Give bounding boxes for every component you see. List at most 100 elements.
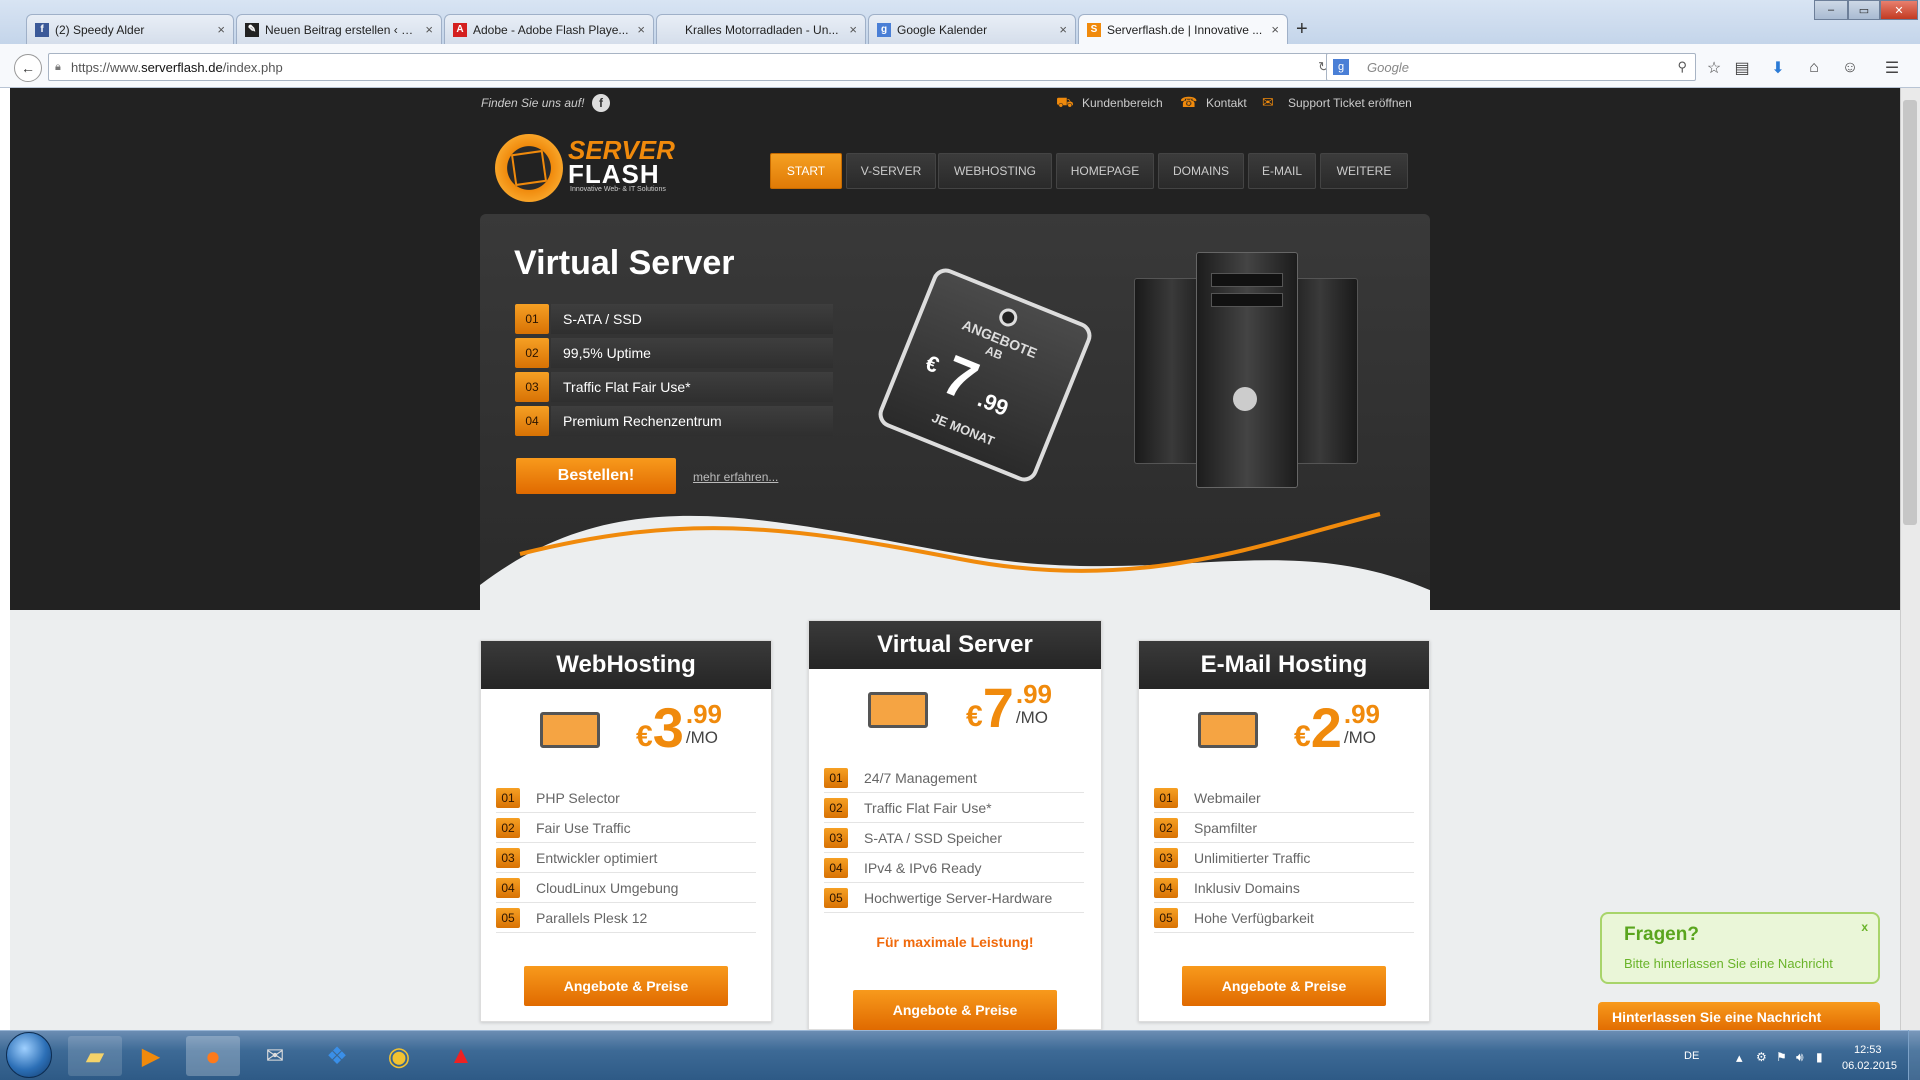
- chrome-icon[interactable]: ◉: [372, 1036, 426, 1076]
- order-button[interactable]: Bestellen!: [516, 458, 676, 494]
- tab-serverflash[interactable]: S Serverflash.de | Innovative ... ×: [1078, 14, 1288, 44]
- top-link-support-ticket[interactable]: Support Ticket eröffnen: [1288, 96, 1412, 110]
- price-amount: 7: [982, 676, 1014, 739]
- close-tab-icon[interactable]: ×: [849, 22, 857, 37]
- close-tab-icon[interactable]: ×: [1271, 22, 1279, 37]
- language-indicator[interactable]: DE: [1684, 1050, 1699, 1062]
- ticket-icon: ✉: [1262, 94, 1274, 110]
- offers-button-webhosting[interactable]: Angebote & Preise: [524, 966, 728, 1006]
- chat-icon[interactable]: ☺: [1840, 58, 1860, 78]
- item-label: PHP Selector: [536, 789, 620, 806]
- tab-google-calendar[interactable]: g Google Kalender ×: [868, 14, 1076, 44]
- search-input[interactable]: g Google ⚲: [1326, 53, 1696, 81]
- tray-up-icon[interactable]: ▴: [1736, 1050, 1743, 1066]
- chat-bubble[interactable]: Fragen? Bitte hinterlassen Sie eine Nach…: [1600, 912, 1880, 984]
- star-icon[interactable]: ☆: [1704, 58, 1724, 78]
- nav-homepage[interactable]: HOMEPAGE: [1056, 153, 1154, 189]
- card-title: Virtual Server: [809, 621, 1101, 669]
- feature-number: 02: [515, 338, 549, 368]
- item-number: 03: [496, 847, 520, 868]
- more-info-link[interactable]: mehr erfahren...: [693, 470, 778, 484]
- back-button[interactable]: ←: [14, 54, 42, 82]
- card-price: € 3 .99/MO: [636, 700, 722, 756]
- feature-number: 04: [515, 406, 549, 436]
- close-tab-icon[interactable]: ×: [425, 22, 433, 37]
- signal-tray-icon[interactable]: ▮: [1816, 1050, 1823, 1064]
- laptop-icon: [540, 712, 600, 748]
- network-tray-icon[interactable]: ⚙: [1756, 1050, 1767, 1064]
- card-price: € 7 .99/MO: [966, 680, 1052, 736]
- price-currency: €: [1294, 720, 1311, 753]
- menu-icon[interactable]: ☰: [1882, 58, 1902, 78]
- maximize-icon[interactable]: ▭: [1848, 0, 1880, 20]
- close-tab-icon[interactable]: ×: [217, 22, 225, 37]
- volume-tray-icon[interactable]: 🔊︎: [1796, 1050, 1804, 1065]
- tab-kralles[interactable]: Kralles Motorradladen - Un... ×: [656, 14, 866, 44]
- price-unit: /MO: [1343, 728, 1376, 747]
- tab-adobe[interactable]: A Adobe - Adobe Flash Playe... ×: [444, 14, 654, 44]
- hero-feature: 04 Premium Rechenzentrum: [515, 405, 833, 437]
- clock-time[interactable]: 12:53: [1854, 1044, 1882, 1056]
- item-number: 03: [1154, 847, 1178, 868]
- start-button[interactable]: [6, 1032, 52, 1078]
- search-placeholder: Google: [1367, 59, 1409, 75]
- facebook-icon[interactable]: f: [592, 94, 610, 112]
- tab-title: (2) Speedy Alder: [55, 22, 145, 37]
- logo-emblem-icon[interactable]: [495, 134, 563, 202]
- home-icon[interactable]: ⌂: [1804, 58, 1824, 78]
- close-window-icon[interactable]: ✕: [1880, 0, 1918, 20]
- nav-e-mail[interactable]: E-MAIL: [1248, 153, 1316, 189]
- media-player-icon[interactable]: ▶: [124, 1036, 178, 1076]
- flag-tray-icon[interactable]: ⚑: [1776, 1050, 1787, 1064]
- tag-currency: €: [922, 350, 943, 378]
- url-prefix: https://www.: [71, 59, 142, 75]
- clock-date[interactable]: 06.02.2015: [1842, 1060, 1897, 1072]
- nav-v-server[interactable]: V-SERVER: [846, 153, 936, 189]
- acrobat-icon[interactable]: ▲: [434, 1036, 488, 1076]
- top-link-kundenbereich[interactable]: Kundenbereich: [1082, 96, 1163, 110]
- url-bar[interactable]: 🔒︎ https://www. serverflash.de/index.php …: [48, 53, 1338, 81]
- tag-hole-icon: [996, 305, 1020, 330]
- google-search-icon: g: [1333, 59, 1349, 75]
- list-item: 03 Unlimitierter Traffic: [1154, 843, 1414, 873]
- firefox-icon[interactable]: ●: [186, 1036, 240, 1076]
- serverflash-icon: S: [1087, 22, 1101, 37]
- chat-leave-message-button[interactable]: Hinterlassen Sie eine Nachricht: [1598, 1002, 1880, 1032]
- show-desktop-button[interactable]: [1908, 1030, 1920, 1080]
- list-item: 02 Fair Use Traffic: [496, 813, 756, 843]
- minimize-icon[interactable]: –: [1814, 0, 1848, 20]
- close-tab-icon[interactable]: ×: [637, 22, 645, 37]
- customer-area-icon: ⛟: [1056, 94, 1074, 110]
- scrollbar-thumb[interactable]: [1903, 100, 1917, 525]
- logo-tagline: Innovative Web- & IT Solutions: [570, 186, 666, 193]
- feature-label: Traffic Flat Fair Use*: [551, 372, 833, 402]
- top-link-kontakt[interactable]: Kontakt: [1206, 96, 1247, 110]
- dell-logo-icon: [1233, 387, 1257, 411]
- item-number: 05: [824, 887, 848, 908]
- tab-title: Serverflash.de | Innovative ...: [1107, 22, 1263, 37]
- reading-list-icon[interactable]: ▤: [1732, 58, 1752, 78]
- price-unit: /MO: [685, 728, 718, 747]
- price-amount: 2: [1310, 696, 1342, 759]
- tab-blog[interactable]: ✎ Neuen Beitrag erstellen ‹ Bi... ×: [236, 14, 442, 44]
- item-number: 02: [496, 817, 520, 838]
- new-tab-icon[interactable]: +: [1296, 18, 1308, 41]
- nav-domains[interactable]: DOMAINS: [1158, 153, 1244, 189]
- search-icon[interactable]: ⚲: [1677, 59, 1687, 75]
- item-number: 01: [496, 787, 520, 808]
- tab-facebook[interactable]: f (2) Speedy Alder ×: [26, 14, 234, 44]
- close-tab-icon[interactable]: ×: [1059, 22, 1067, 37]
- nav-weitere[interactable]: WEITERE: [1320, 153, 1408, 189]
- offers-button-email-hosting[interactable]: Angebote & Preise: [1182, 966, 1386, 1006]
- download-icon[interactable]: ⬇: [1768, 58, 1788, 78]
- adobe-icon: A: [453, 22, 467, 37]
- item-label: Hohe Verfügbarkeit: [1194, 909, 1314, 926]
- nav-webhosting[interactable]: WEBHOSTING: [938, 153, 1052, 189]
- thunderbird-icon[interactable]: ✉: [248, 1036, 302, 1076]
- nav-start[interactable]: START: [770, 153, 842, 189]
- explorer-icon[interactable]: ▰: [68, 1036, 122, 1076]
- chat-close-icon[interactable]: x: [1861, 920, 1868, 934]
- dropbox-icon[interactable]: ❖: [310, 1036, 364, 1076]
- price-cents: .99: [1343, 699, 1380, 729]
- offers-button-virtual-server[interactable]: Angebote & Preise: [853, 990, 1057, 1030]
